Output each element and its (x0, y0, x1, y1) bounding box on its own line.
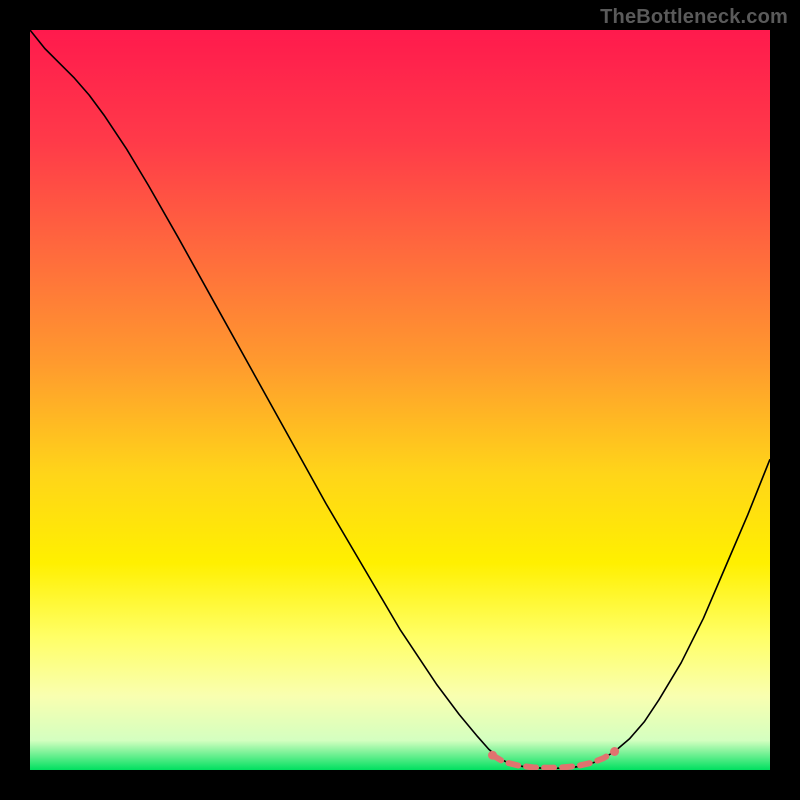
highlight-dot (488, 751, 497, 760)
chart-container: TheBottleneck.com (0, 0, 800, 800)
chart-svg (30, 30, 770, 770)
highlight-dot (610, 747, 619, 756)
gradient-background (30, 30, 770, 770)
watermark-text: TheBottleneck.com (600, 6, 788, 29)
plot-area (30, 30, 770, 770)
